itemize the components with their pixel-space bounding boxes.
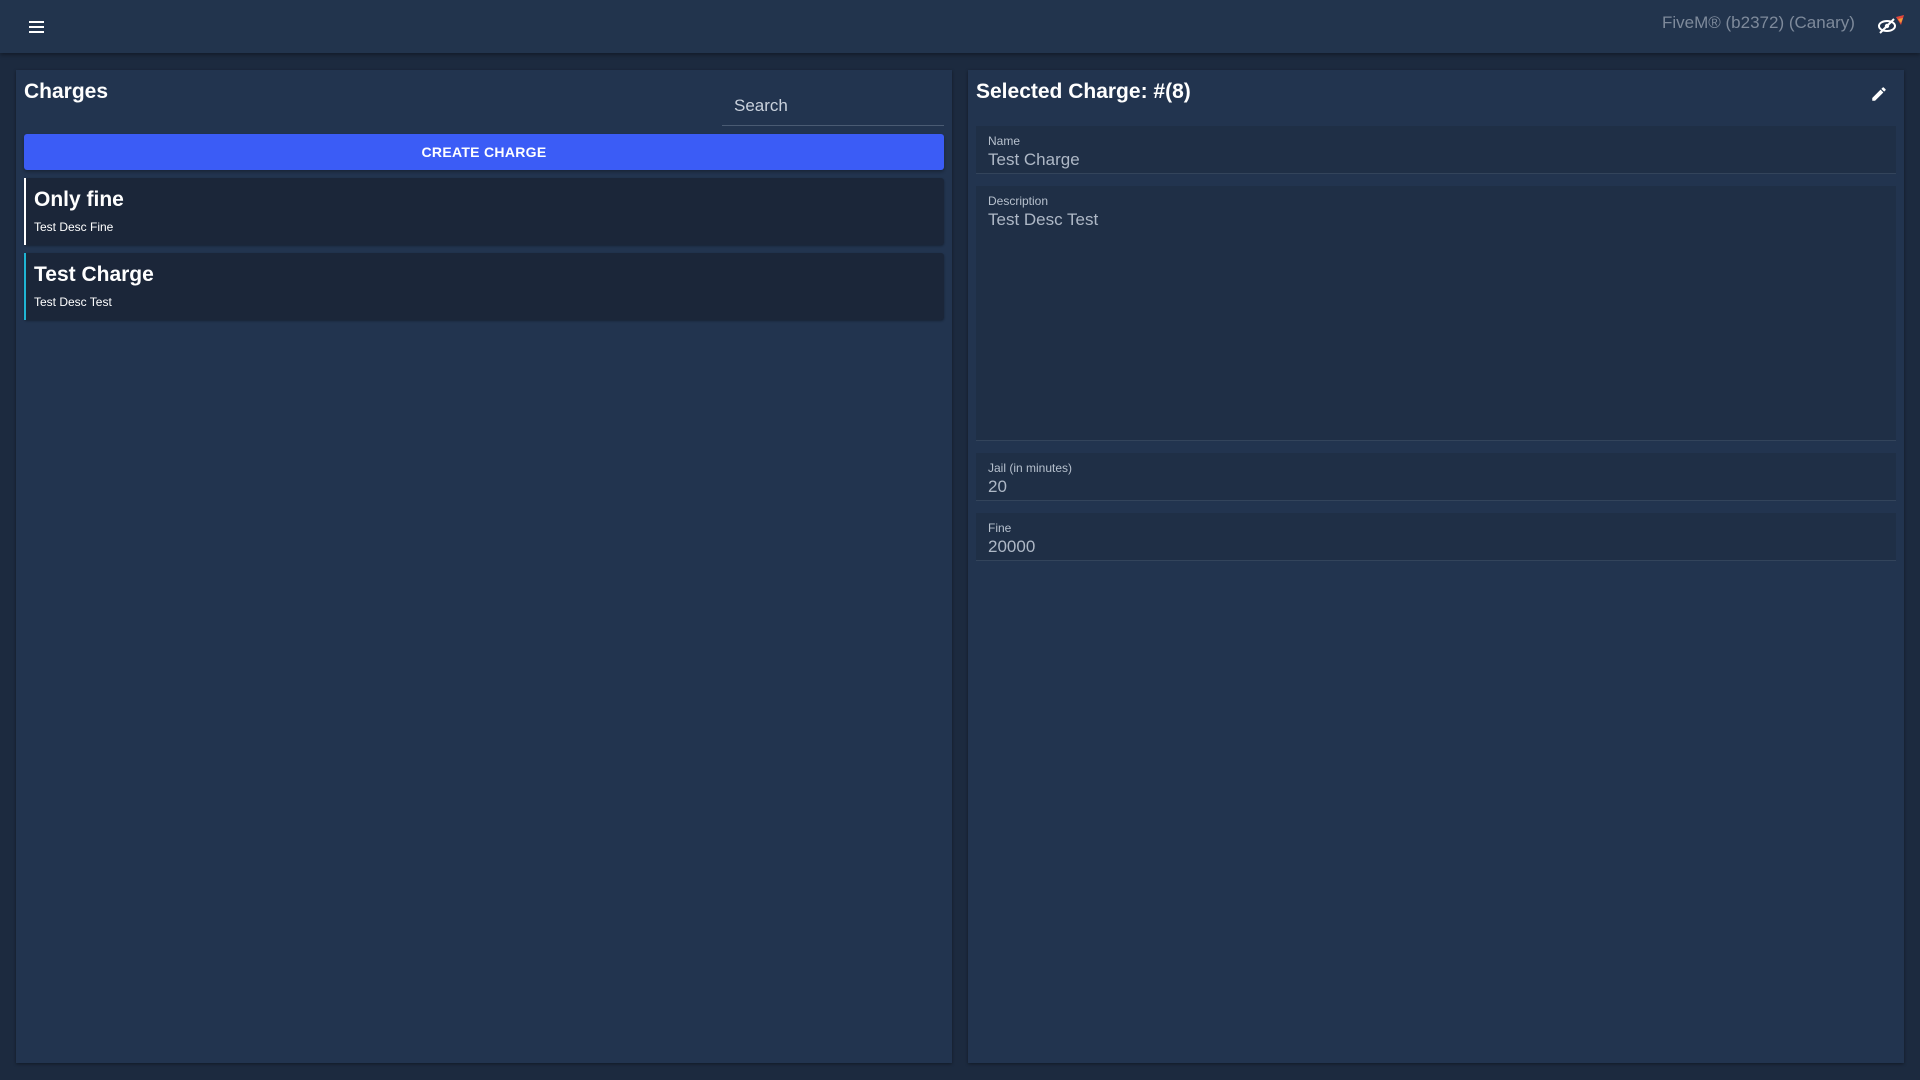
charge-accent-bar [24, 178, 26, 245]
hamburger-menu-icon[interactable] [26, 18, 48, 36]
fine-field[interactable]: Fine 20000 [976, 513, 1896, 561]
charge-name: Only fine [34, 188, 124, 211]
charge-accent-bar [24, 253, 26, 320]
description-field[interactable]: Description Test Desc Test [976, 186, 1896, 441]
charges-title: Charges [24, 80, 109, 103]
name-label: Name [988, 134, 1021, 148]
pencil-icon[interactable] [1870, 85, 1888, 103]
name-field[interactable]: Name Test Charge [976, 126, 1896, 174]
charge-description: Test Desc Test [34, 295, 112, 309]
description-label: Description [988, 194, 1049, 208]
name-value[interactable]: Test Charge [988, 150, 1878, 170]
hidden-eye-icon [1874, 13, 1908, 37]
description-value[interactable]: Test Desc Test [988, 210, 1878, 430]
selected-charge-title: Selected Charge: #(8) [976, 80, 1191, 103]
selected-charge-panel: Selected Charge: #(8) Name Test Charge D… [968, 70, 1904, 1063]
charge-list-item-selected[interactable]: Test Charge Test Desc Test [24, 253, 944, 320]
charges-panel: Charges CREATE CHARGE Only fine Test Des… [16, 70, 952, 1063]
fine-label: Fine [988, 521, 1012, 535]
jail-field[interactable]: Jail (in minutes) 20 [976, 453, 1896, 501]
jail-value[interactable]: 20 [988, 477, 1878, 497]
top-app-bar: FiveM® (b2372) (Canary) [0, 0, 1920, 53]
charge-list-item[interactable]: Only fine Test Desc Fine [24, 178, 944, 245]
search-field[interactable] [722, 78, 944, 126]
charge-name: Test Charge [34, 263, 154, 286]
search-input[interactable] [722, 78, 944, 125]
jail-label: Jail (in minutes) [988, 461, 1073, 475]
fine-value[interactable]: 20000 [988, 537, 1878, 557]
charge-description: Test Desc Fine [34, 220, 114, 234]
window-title: FiveM® (b2372) (Canary) [1662, 13, 1855, 32]
create-charge-button[interactable]: CREATE CHARGE [24, 134, 944, 170]
charge-list: Only fine Test Desc Fine Test Charge Tes… [24, 178, 944, 328]
